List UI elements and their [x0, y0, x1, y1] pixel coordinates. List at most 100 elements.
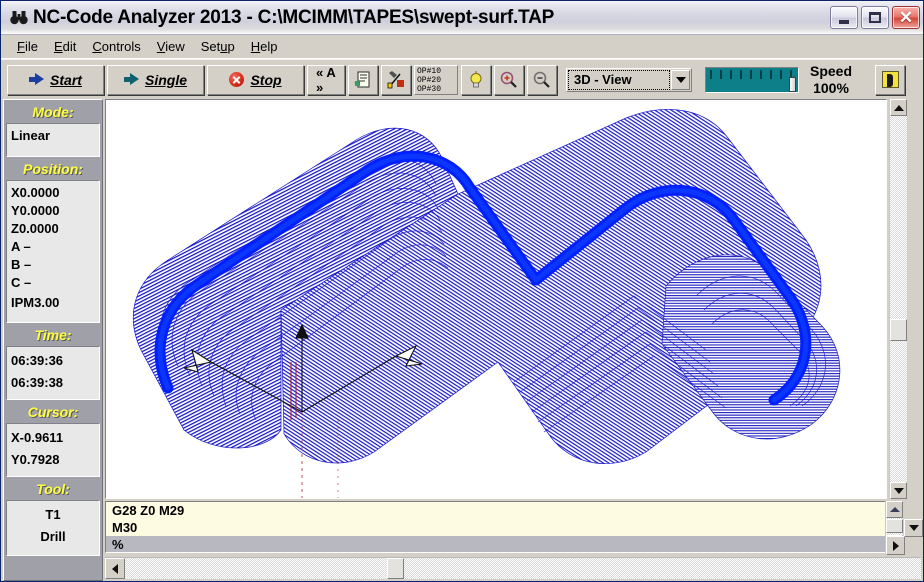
sidebar-header-mode: Mode: [32, 104, 74, 120]
speed-slider-thumb[interactable] [789, 76, 796, 92]
operation-list[interactable]: OP#10 OP#20 OP#30 [414, 64, 458, 95]
zoom-out-button[interactable] [527, 64, 557, 95]
time-total: 06:39:38 [11, 375, 64, 390]
zoom-in-button[interactable] [494, 64, 524, 95]
edit-document-button[interactable] [348, 64, 378, 95]
lightbulb-icon [466, 70, 486, 90]
chevron-down-icon [675, 76, 686, 83]
window-title: NC-Code Analyzer 2013 - C:\MCIMM\TAPES\s… [33, 6, 555, 28]
light-toggle-button[interactable] [461, 64, 491, 95]
sidebar-header-tool: Tool: [36, 481, 70, 497]
exit-button[interactable] [875, 64, 906, 95]
viewport-vscroll-track[interactable] [889, 99, 907, 499]
gcode-line[interactable]: G28 Z0 M29 [106, 502, 886, 519]
maximize-icon [869, 12, 881, 23]
zoom-out-icon [532, 70, 552, 90]
position-a: A – [11, 239, 31, 254]
position-b: B – [11, 257, 32, 272]
sidebar-panel-cursor: X-0.9611 Y0.7928 [6, 423, 100, 477]
sidebar-panel-position: X0.0000 Y0.0000 Z0.0000 A – B – C – IPM3… [6, 180, 100, 323]
main-hscroll-thumb[interactable] [387, 558, 404, 579]
gcode-scroll-up-button[interactable] [886, 501, 903, 518]
close-button[interactable]: ✕ [892, 6, 920, 29]
gcode-listing[interactable]: G28 Z0 M29 M30 % [105, 501, 887, 553]
view-mode-select[interactable]: 3D - View [566, 67, 692, 92]
menu-item-controls[interactable]: Controls [84, 37, 148, 56]
menu-bar: File Edit Controls View Setup Help [1, 35, 923, 59]
single-button-label: Single [144, 71, 187, 88]
start-button-label: Start [50, 71, 82, 88]
tool-number: T1 [45, 507, 61, 522]
chevron-up-icon [889, 507, 900, 512]
triangle-down-icon [893, 487, 904, 494]
stop-button-label: Stop [250, 71, 282, 88]
sidebar-panel-mode: Linear [6, 123, 100, 157]
sidebar-panel-time: 06:39:36 06:39:38 [6, 346, 100, 400]
position-c: C – [11, 275, 32, 290]
exit-door-icon [881, 71, 899, 88]
cursor-y: Y0.7928 [11, 452, 60, 467]
gcode-line[interactable]: M30 [106, 519, 886, 536]
position-feedrate: IPM3.00 [11, 295, 60, 310]
menu-item-setup[interactable]: Setup [193, 37, 243, 56]
viewport-scroll-up-button[interactable] [890, 99, 907, 116]
menu-item-help[interactable]: Help [243, 37, 286, 56]
wrench-tool-icon [386, 70, 406, 90]
mode-value: Linear [11, 128, 51, 143]
time-elapsed: 06:39:36 [11, 353, 64, 368]
gcode-vscroll-thumb[interactable] [886, 519, 903, 533]
speed-title: Speed [810, 62, 853, 79]
window-controls: ✕ [830, 6, 920, 29]
op-list-item: OP#30 [417, 84, 442, 94]
menu-item-view[interactable]: View [149, 37, 193, 56]
viewport-vscroll-thumb[interactable] [890, 319, 907, 341]
triangle-left-icon [112, 563, 118, 574]
position-z: Z0.0000 [11, 221, 59, 236]
stop-circle-icon [229, 72, 245, 87]
sidebar-header-position: Position: [23, 161, 83, 177]
speed-slider[interactable] [705, 66, 799, 93]
title-bar: NC-Code Analyzer 2013 - C:\MCIMM\TAPES\s… [1, 1, 923, 35]
op-list-item: OP#10 [417, 66, 442, 76]
minimize-icon [839, 19, 849, 24]
speed-readout: Speed 100% [810, 63, 852, 97]
toolpath-drawing [133, 109, 841, 498]
step-back-forward-button[interactable]: « A » [307, 64, 345, 95]
triangle-right-icon [892, 540, 899, 551]
menu-item-file[interactable]: File [9, 37, 46, 56]
single-step-button[interactable]: Single [107, 64, 204, 95]
close-icon: ✕ [898, 8, 914, 27]
sidebar-header-cursor: Cursor: [27, 404, 79, 420]
speed-value: 100% [813, 79, 849, 96]
start-button[interactable]: Start [7, 64, 104, 95]
status-sidebar: Mode: Linear Position: X0.0000 Y0.0000 Z… [3, 99, 103, 581]
position-y: Y0.0000 [11, 203, 60, 218]
hscroll-left-button[interactable] [105, 558, 125, 579]
zoom-in-icon [499, 70, 519, 90]
sidebar-header-time: Time: [34, 327, 72, 343]
position-x: X0.0000 [11, 185, 60, 200]
tool-settings-button[interactable] [381, 64, 411, 95]
stop-button[interactable]: Stop [207, 64, 304, 95]
gcode-line-selected[interactable]: % [106, 536, 886, 552]
menu-item-edit[interactable]: Edit [46, 37, 84, 56]
cursor-x: X-0.9611 [11, 430, 64, 445]
application-window: NC-Code Analyzer 2013 - C:\MCIMM\TAPES\s… [0, 0, 924, 582]
binoculars-icon [9, 8, 29, 28]
sidebar-panel-tool: T1 Drill [6, 500, 100, 556]
maximize-button[interactable] [861, 6, 889, 29]
step-button-label: « A » [316, 64, 336, 95]
hscroll-right-button[interactable] [886, 536, 905, 555]
toolpath-viewport[interactable] [105, 99, 887, 499]
minimize-button[interactable] [830, 6, 858, 29]
main-hscroll-track[interactable] [105, 557, 921, 579]
toolbar: Start Single Stop « A » OP#10 OP#20 OP#3… [1, 59, 923, 99]
view-mode-dropdown-arrow[interactable] [671, 69, 690, 90]
document-edit-icon [353, 70, 373, 90]
triangle-down-icon [908, 525, 919, 531]
gcode-extra-down-button[interactable] [904, 519, 923, 537]
play-arrow-icon [29, 73, 45, 86]
viewport-scroll-down-button[interactable] [890, 482, 907, 499]
single-arrow-icon [123, 73, 139, 86]
view-mode-value: 3D - View [568, 69, 670, 90]
